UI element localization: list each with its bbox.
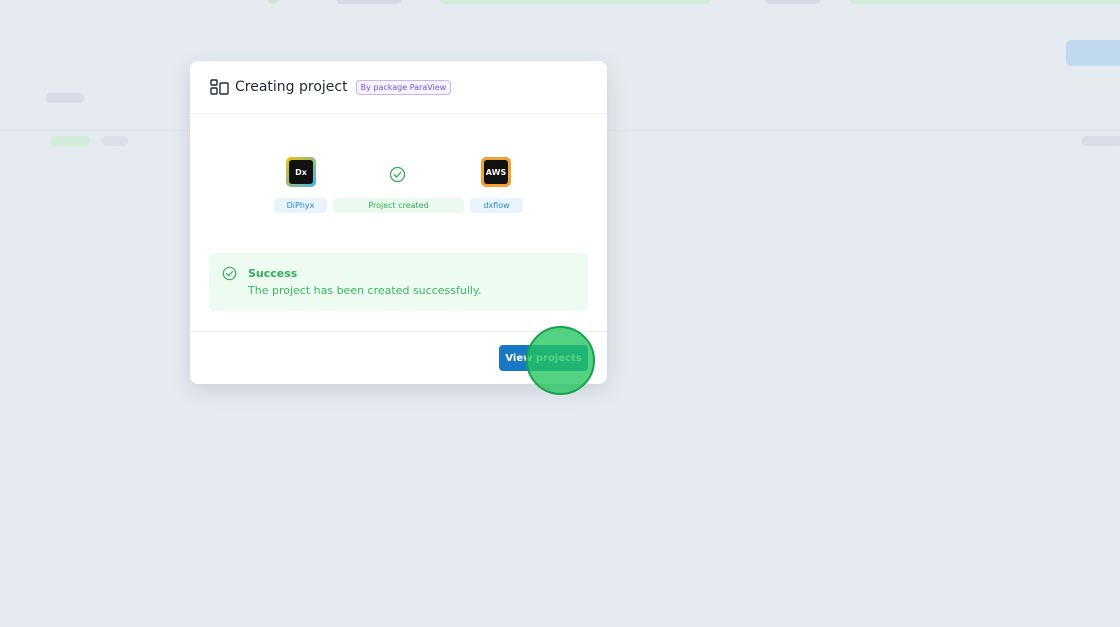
package-tag: By package ParaView (355, 79, 452, 95)
background-view-toggle (1082, 136, 1120, 146)
check-circle-icon (222, 266, 237, 281)
background-progress-bar (850, 0, 1120, 4)
alert-message: The project has been created successfull… (248, 284, 482, 297)
status-label: Project created (333, 198, 464, 213)
success-alert: Success The project has been created suc… (209, 253, 588, 311)
source-label: DiPhyx (274, 198, 327, 213)
aws-logo: AWS (481, 157, 511, 187)
click-indicator (526, 326, 595, 395)
page: Creating project By package ParaView Dx … (0, 0, 1120, 627)
project-flow: Dx AWS DiPhyx Project created dxflow (190, 157, 607, 217)
background-text-blur (336, 0, 402, 4)
background-button (1066, 40, 1120, 66)
diphyx-logo: Dx (286, 157, 316, 187)
diphyx-logo-text: Dx (289, 160, 313, 184)
dialog-title: Creating project (235, 79, 348, 95)
background-text-blur (765, 0, 821, 4)
background-status-dot (268, 0, 278, 4)
alert-title: Success (248, 267, 298, 280)
background-filter-chip (102, 136, 128, 146)
background-tab (46, 93, 84, 103)
background-filter-chip (50, 136, 90, 146)
background-progress-bar (440, 0, 710, 4)
check-circle-icon (389, 166, 406, 183)
dialog-header: Creating project By package ParaView (190, 61, 607, 114)
project-layout-icon (210, 79, 229, 95)
target-label: dxflow (470, 198, 523, 213)
aws-logo-text: AWS (484, 160, 508, 184)
